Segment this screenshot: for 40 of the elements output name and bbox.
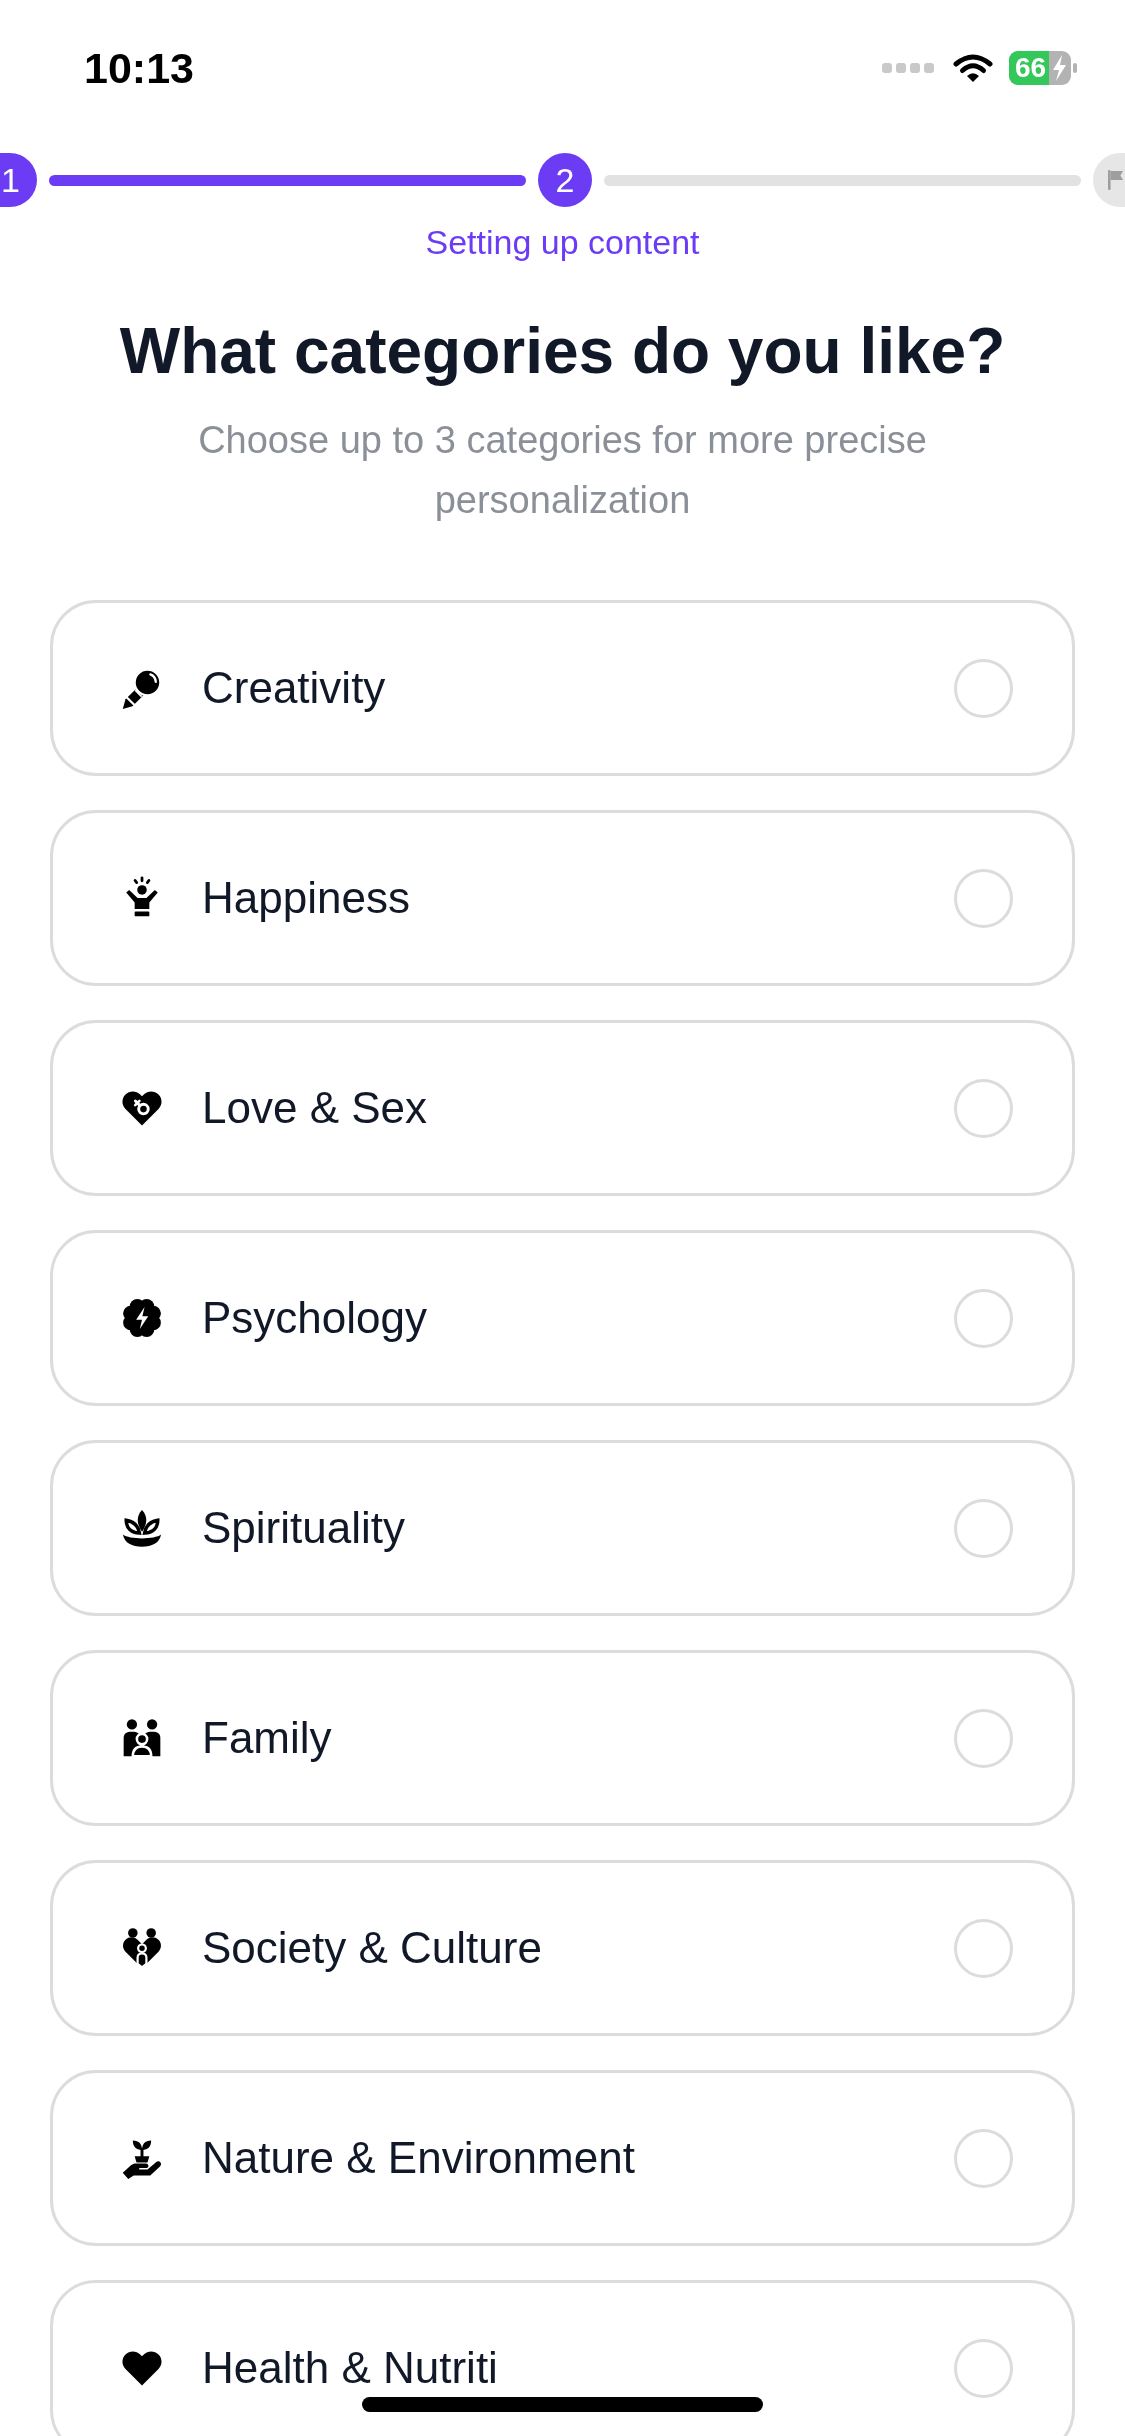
- radio-button[interactable]: [954, 1078, 1013, 1138]
- wifi-icon: [953, 53, 993, 83]
- category-card[interactable]: Family: [50, 1650, 1075, 1826]
- radio-button[interactable]: [954, 1918, 1013, 1978]
- category-label: Psychology: [202, 1293, 427, 1343]
- radio-button[interactable]: [954, 2338, 1013, 2398]
- radio-button[interactable]: [954, 1498, 1013, 1558]
- category-card[interactable]: Creativity: [50, 600, 1075, 776]
- radio-button[interactable]: [954, 2128, 1013, 2188]
- category-card[interactable]: Love & Sex: [50, 1020, 1075, 1196]
- step-indicator: 1: [0, 153, 37, 207]
- category-label: Love & Sex: [202, 1083, 428, 1133]
- step-caption: Setting up content: [424, 222, 701, 262]
- step-indicator: 2: [538, 153, 592, 207]
- battery-icon: [1009, 51, 1077, 85]
- category-label: Nature & Environment: [202, 2133, 635, 2183]
- category-card[interactable]: Psychology: [50, 1230, 1075, 1406]
- category-label: Society & Culture: [202, 1923, 542, 1973]
- page-title: What categories do you like?: [118, 314, 1007, 389]
- people-heart-icon: [120, 1926, 164, 1970]
- bolt-badge-icon: [120, 1296, 164, 1340]
- flag-icon: [1107, 169, 1125, 191]
- cellular-signal-icon: [882, 62, 934, 74]
- page-subtitle: Choose up to 3 categories for more precise personalization: [197, 418, 928, 523]
- category-label: Happiness: [202, 873, 410, 923]
- battery-percentage: 66: [1015, 51, 1047, 85]
- category-label: Health & Nutriti: [202, 2343, 498, 2393]
- category-card[interactable]: Health & Nutriti: [50, 2280, 1075, 2436]
- radio-button[interactable]: [954, 868, 1013, 928]
- category-card[interactable]: Nature & Environment: [50, 2070, 1075, 2246]
- category-label: Family: [202, 1713, 332, 1763]
- category-label: Creativity: [202, 663, 386, 713]
- category-card[interactable]: Society & Culture: [50, 1860, 1075, 2036]
- radio-button[interactable]: [954, 1288, 1013, 1348]
- radio-button[interactable]: [954, 658, 1013, 718]
- status-time: 10:13: [84, 43, 194, 94]
- category-label: Spirituality: [202, 1503, 405, 1553]
- category-card[interactable]: Happiness: [50, 810, 1075, 986]
- category-card[interactable]: Spirituality: [50, 1440, 1075, 1616]
- radio-button[interactable]: [954, 1708, 1013, 1768]
